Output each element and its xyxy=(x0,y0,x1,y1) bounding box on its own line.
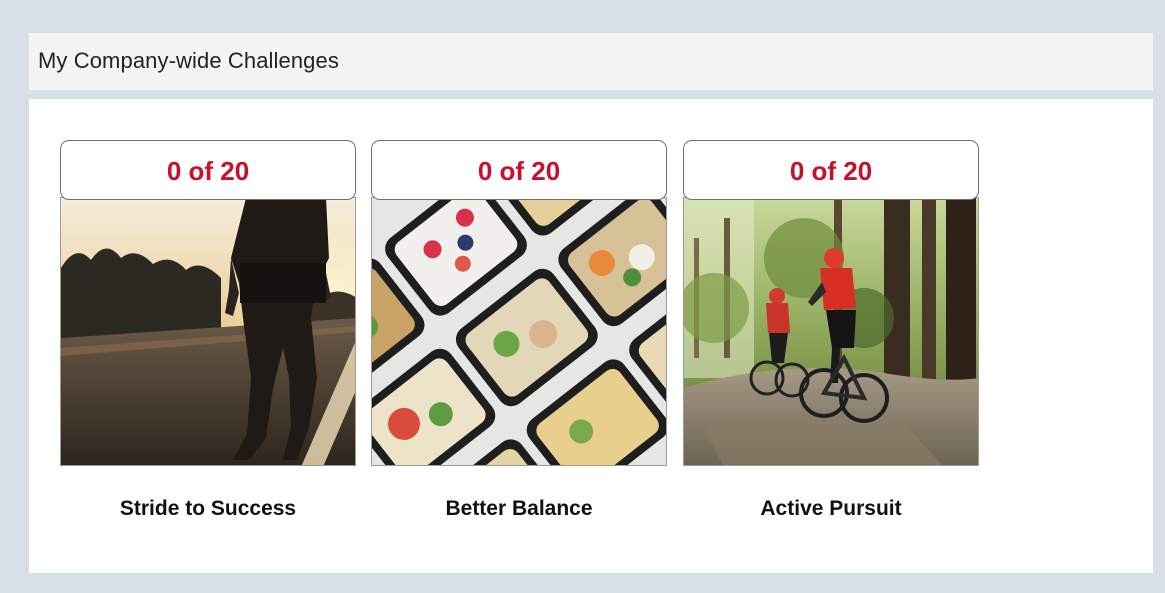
challenge-card-stride-to-success[interactable]: 0 of 20 xyxy=(60,140,356,466)
challenge-name[interactable]: Better Balance xyxy=(371,497,667,521)
progress-text: 0 of 20 xyxy=(166,156,250,186)
challenge-image-meal-prep[interactable] xyxy=(371,197,667,466)
progress-badge: 0 of 20 xyxy=(371,140,667,200)
challenge-image-runner[interactable] xyxy=(60,197,356,466)
challenge-card-active-pursuit[interactable]: 0 of 20 xyxy=(683,140,979,466)
progress-badge: 0 of 20 xyxy=(60,140,356,200)
challenge-name[interactable]: Active Pursuit xyxy=(683,497,979,521)
progress-text: 0 of 20 xyxy=(789,156,873,186)
progress-badge: 0 of 20 xyxy=(683,140,979,200)
challenge-card-better-balance[interactable]: 0 of 20 xyxy=(371,140,667,466)
progress-text: 0 of 20 xyxy=(477,156,561,186)
challenge-name[interactable]: Stride to Success xyxy=(60,497,356,521)
panel-title: My Company-wide Challenges xyxy=(38,48,339,73)
panel-header: My Company-wide Challenges xyxy=(29,33,1153,91)
challenge-image-bikers[interactable] xyxy=(683,197,979,466)
